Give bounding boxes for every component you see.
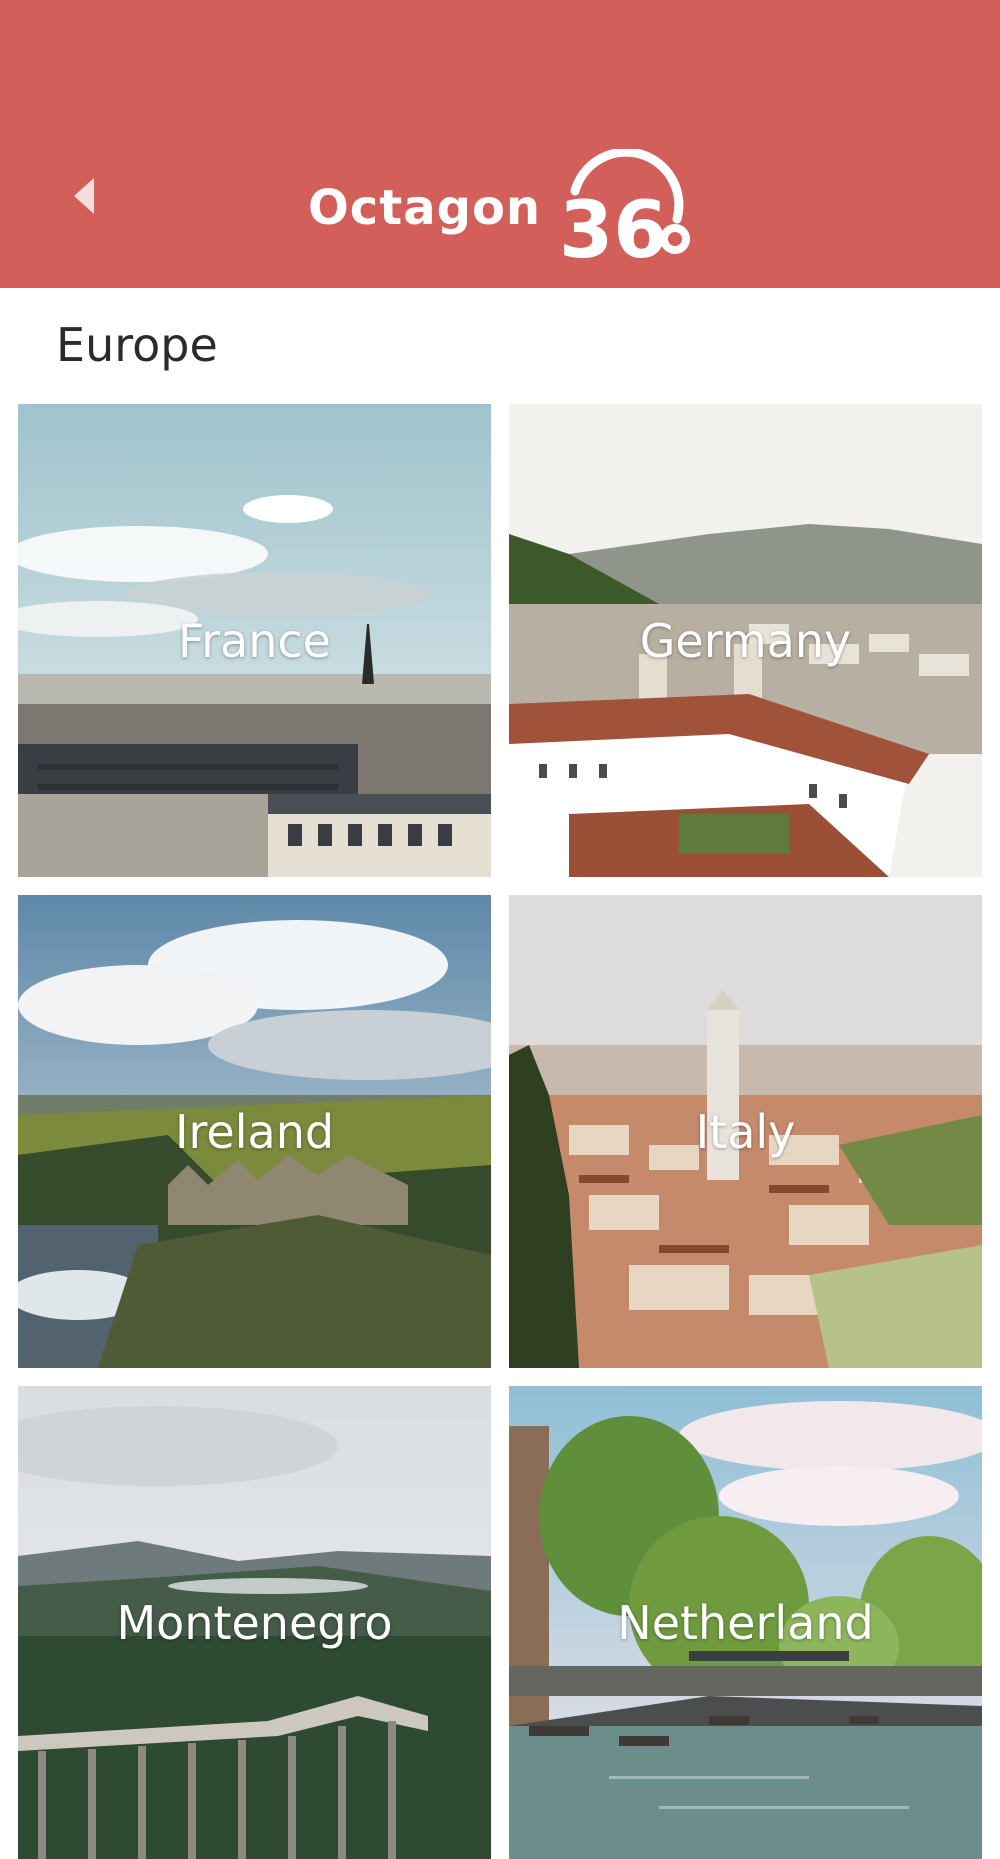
netherland-photo xyxy=(509,1386,982,1859)
app-logo: Octagon 36 xyxy=(308,148,695,268)
back-button[interactable] xyxy=(66,172,106,220)
country-tile-italy[interactable]: Italy xyxy=(509,895,982,1368)
country-tile-france[interactable]: France xyxy=(18,404,491,877)
italy-photo xyxy=(509,895,982,1368)
country-tile-montenegro[interactable]: Montenegro xyxy=(18,1386,491,1859)
ireland-photo xyxy=(18,895,491,1368)
germany-photo xyxy=(509,404,982,877)
country-tile-germany[interactable]: Germany xyxy=(509,404,982,877)
montenegro-photo xyxy=(18,1386,491,1859)
back-arrow-icon xyxy=(74,178,94,214)
country-tile-ireland[interactable]: Ireland xyxy=(18,895,491,1368)
svg-text:36: 36 xyxy=(559,186,668,267)
country-grid: France Germany Ireland Italy Montenegro … xyxy=(18,404,983,1859)
section-title: Europe xyxy=(56,318,218,372)
logo-360-mark: 36 xyxy=(559,149,691,267)
app-header: Octagon 36 xyxy=(0,0,1000,288)
france-photo xyxy=(18,404,491,877)
logo-text: Octagon xyxy=(308,180,542,236)
country-tile-netherland[interactable]: Netherland xyxy=(509,1386,982,1859)
